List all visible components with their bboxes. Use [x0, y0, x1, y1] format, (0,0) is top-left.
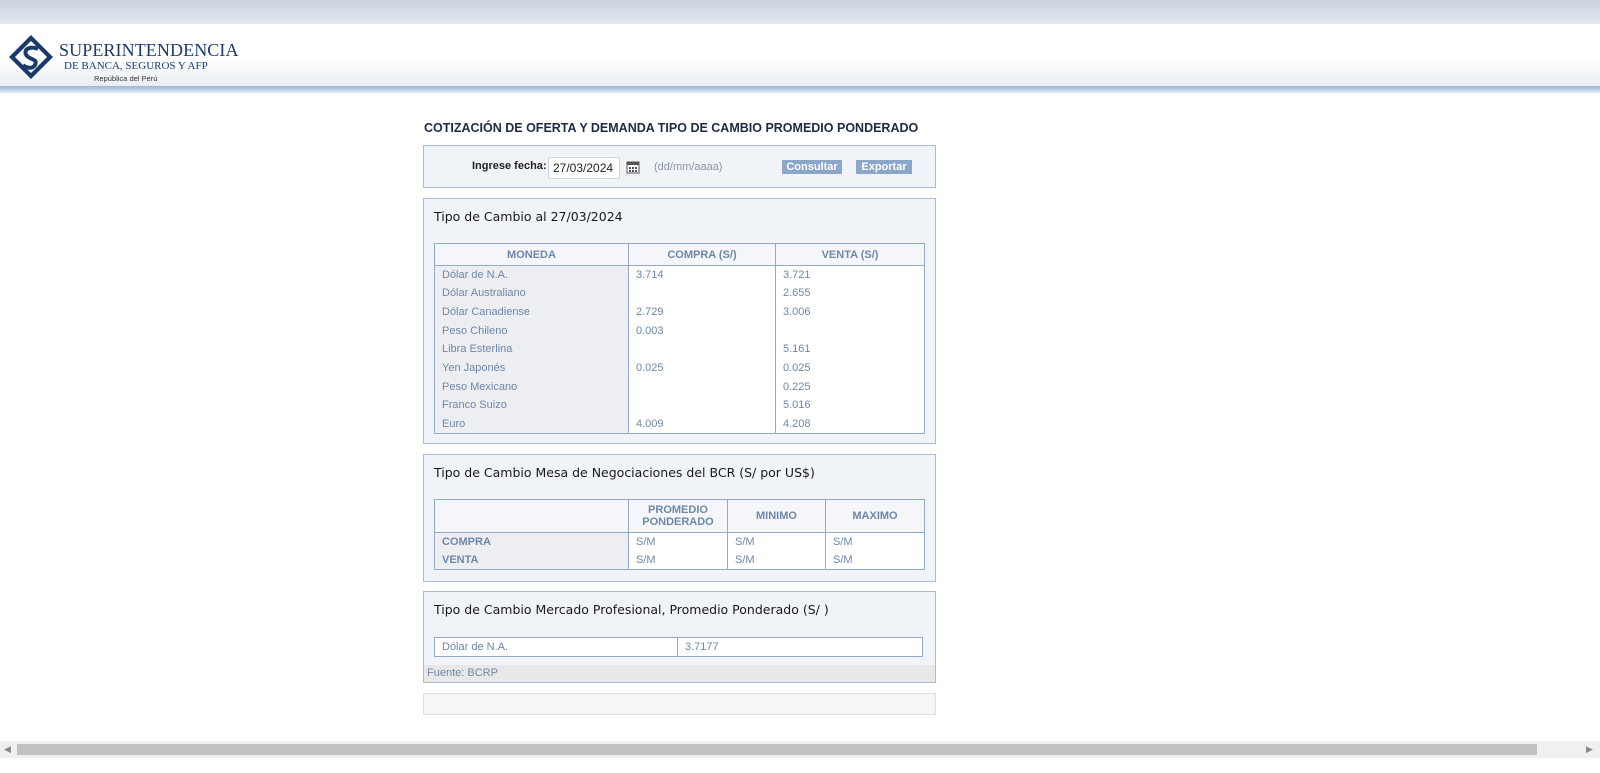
promedio-value: S/M: [628, 551, 728, 570]
scroll-left-arrow-icon[interactable]: ◀: [4, 745, 11, 755]
professional-rate-value: 3.7177: [685, 641, 719, 653]
calendar-icon[interactable]: [626, 160, 640, 174]
compra-value: 3.714: [628, 265, 776, 285]
bcr-panel-title: Tipo de Cambio Mesa de Negociaciones del…: [434, 465, 815, 480]
table-row: Dólar de N.A. 3.714 3.721: [434, 265, 925, 285]
table-row: VENTA S/M S/M S/M: [434, 551, 925, 570]
row-label-compra: COMPRA: [434, 532, 629, 552]
minimo-value: S/M: [727, 532, 826, 552]
table-row: COMPRA S/M S/M S/M: [434, 532, 925, 552]
venta-value: 0.225: [783, 380, 811, 393]
professional-market-panel: Tipo de Cambio Mercado Profesional, Prom…: [423, 591, 936, 683]
scrollbar-thumb[interactable]: [17, 744, 1537, 755]
compra-value: 0.003: [628, 321, 776, 341]
header-divider: [0, 86, 1600, 93]
column-header-venta: VENTA (S/): [775, 243, 925, 266]
venta-value: 4.208: [783, 417, 811, 430]
venta-value: [776, 321, 925, 340]
column-header-blank: [434, 499, 629, 533]
bcr-rate-table: PROMEDIO PONDERADO MINIMO MAXIMO COMPRA S…: [434, 499, 925, 571]
currency-name: Libra Esterlina: [434, 340, 629, 359]
venta-value: 0.025: [783, 362, 811, 375]
currency-name: Dólar Canadiense: [434, 302, 629, 322]
table-row: Dólar Canadiense 2.729 3.006: [434, 302, 925, 322]
consultar-button[interactable]: Consultar: [782, 160, 842, 174]
maximo-value: S/M: [833, 554, 853, 567]
currency-name: Dólar Australiano: [434, 284, 629, 303]
table-row: Euro 4.009 4.208: [434, 414, 925, 434]
row-label-venta: VENTA: [434, 551, 629, 570]
compra-value: 0.025: [628, 358, 776, 378]
currency-name: Peso Mexicano: [434, 377, 629, 397]
table-row: Peso Chileno 0.003: [434, 321, 925, 341]
currency-name: Euro: [434, 414, 629, 434]
date-format-hint: (dd/mm/aaaa): [654, 161, 723, 173]
empty-footer-panel: [423, 693, 936, 715]
currency-name: Yen Japonés: [434, 358, 629, 378]
column-header-promedio: PROMEDIO PONDERADO: [628, 499, 728, 533]
currency-name: Peso Chileno: [434, 321, 629, 341]
table-row: Dólar de N.A. 3.7177: [434, 637, 923, 657]
table-row: Yen Japonés 0.025 0.025: [434, 358, 925, 378]
compra-value: [628, 284, 776, 303]
venta-value: 2.655: [783, 287, 811, 300]
compra-value: [628, 377, 776, 397]
professional-panel-title: Tipo de Cambio Mercado Profesional, Prom…: [434, 602, 829, 617]
column-header-compra: COMPRA (S/): [628, 243, 776, 266]
column-header-minimo: MINIMO: [727, 499, 826, 533]
logo-country: República del Perú: [94, 74, 158, 83]
browser-top-strip: [0, 0, 1600, 24]
exchange-rate-panel: Tipo de Cambio al 27/03/2024 MONEDA COMP…: [423, 198, 936, 444]
promedio-value: S/M: [628, 532, 728, 552]
exchange-panel-title: Tipo de Cambio al 27/03/2024: [434, 209, 623, 224]
maximo-value: S/M: [833, 536, 853, 549]
sbs-logo-icon: [9, 35, 53, 79]
date-input[interactable]: [548, 157, 620, 179]
page-title: COTIZACIÓN DE OFERTA Y DEMANDA TIPO DE C…: [424, 121, 919, 135]
column-header-moneda: MONEDA: [434, 243, 629, 266]
site-header: [0, 24, 1600, 86]
bottom-strip: [0, 758, 1600, 773]
compra-value: [628, 396, 776, 415]
sbs-logo[interactable]: SUPERINTENDENCIA DE BANCA, SEGUROS Y AFP…: [4, 32, 239, 84]
table-row: Peso Mexicano 0.225: [434, 377, 925, 397]
logo-subtitle: DE BANCA, SEGUROS Y AFP: [64, 60, 208, 72]
currency-name: Dólar de N.A.: [434, 637, 678, 657]
bcr-rate-panel: Tipo de Cambio Mesa de Negociaciones del…: [423, 454, 936, 582]
date-search-panel: Ingrese fecha: (dd/mm/aaaa) Consultar Ex…: [423, 145, 936, 188]
column-header-maximo: MAXIMO: [825, 499, 925, 533]
venta-value: 3.006: [783, 306, 811, 319]
scroll-right-arrow-icon[interactable]: ▶: [1586, 745, 1593, 755]
source-note: Fuente: BCRP: [424, 665, 935, 682]
exportar-button[interactable]: Exportar: [856, 160, 912, 174]
table-row: Franco Suizo 5.016: [434, 396, 925, 415]
venta-value: 3.721: [783, 269, 811, 282]
table-row: Libra Esterlina 5.161: [434, 340, 925, 359]
compra-value: 4.009: [628, 414, 776, 434]
logo-title: SUPERINTENDENCIA: [59, 40, 239, 60]
date-label: Ingrese fecha:: [472, 160, 547, 172]
venta-value: 5.161: [783, 343, 811, 356]
venta-value: 5.016: [783, 399, 811, 412]
compra-value: 2.729: [628, 302, 776, 322]
compra-value: [628, 340, 776, 359]
minimo-value: S/M: [727, 551, 826, 570]
exchange-rate-table: MONEDA COMPRA (S/) VENTA (S/) Dólar de N…: [434, 243, 925, 434]
table-row: Dólar Australiano 2.655: [434, 284, 925, 303]
currency-name: Dólar de N.A.: [434, 265, 629, 285]
currency-name: Franco Suizo: [434, 396, 629, 415]
professional-rate-table: Dólar de N.A. 3.7177: [434, 637, 923, 657]
horizontal-scrollbar[interactable]: ◀ ▶: [0, 741, 1600, 758]
